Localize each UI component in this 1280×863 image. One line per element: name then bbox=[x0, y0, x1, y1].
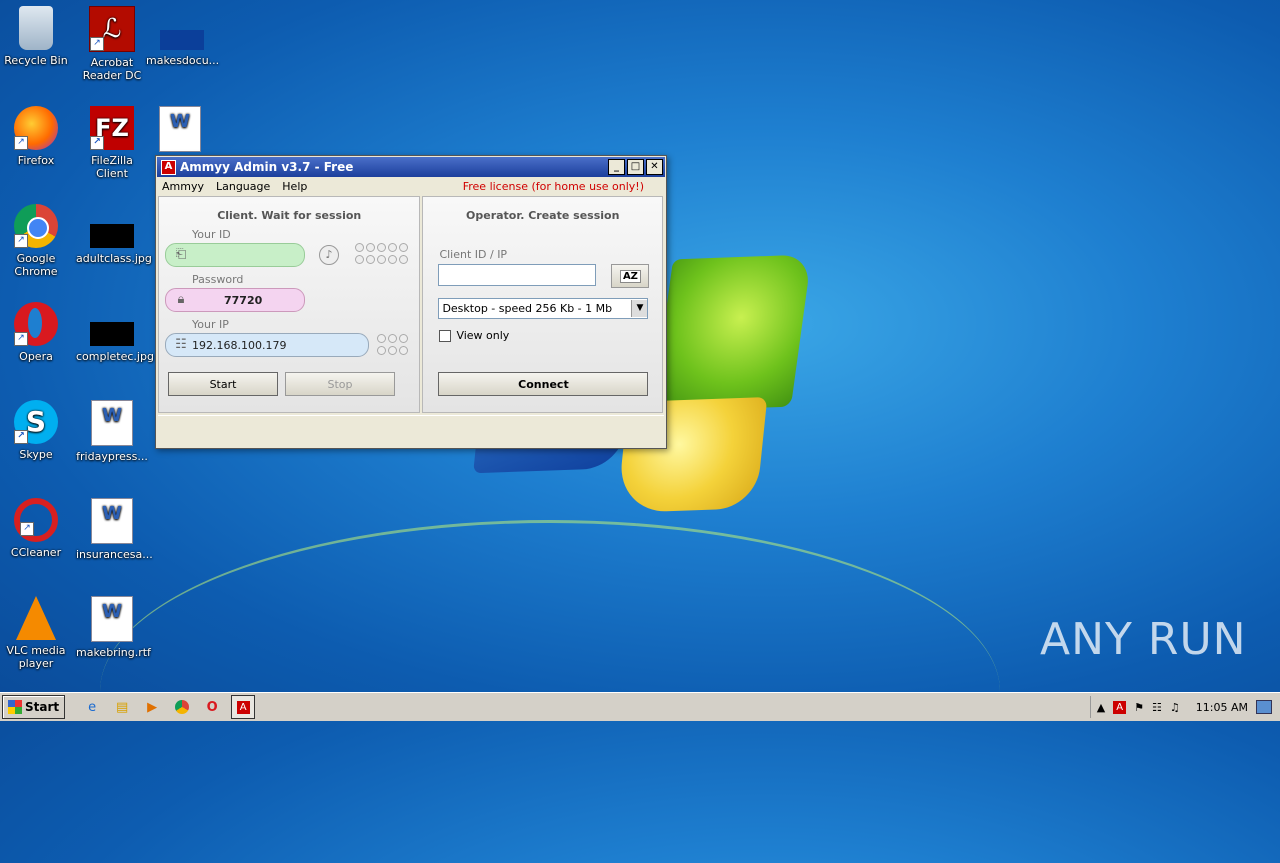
word-doc-icon: W bbox=[91, 498, 133, 544]
ip-status-dots bbox=[377, 334, 408, 355]
opera-taskbar-icon[interactable]: O bbox=[201, 696, 223, 718]
ammyy-app-icon: A bbox=[161, 159, 176, 175]
client-id-label: Client ID / IP bbox=[439, 248, 508, 261]
your-id-label: Your ID bbox=[192, 228, 231, 241]
system-tray: ▲ A ⚑ ☷ ♫ 11:05 AM bbox=[1089, 696, 1280, 718]
minimize-button[interactable]: _ bbox=[608, 159, 625, 175]
desktop-icon-fridaypress[interactable]: W fridaypress... bbox=[76, 400, 148, 463]
your-ip-field[interactable]: ☷ 192.168.100.179 bbox=[165, 333, 369, 357]
opera-icon: ↗ bbox=[14, 302, 58, 346]
start-button[interactable]: Start bbox=[2, 695, 66, 719]
speaker-icon[interactable]: ♪ bbox=[319, 245, 339, 265]
menu-help[interactable]: Help bbox=[282, 180, 307, 193]
license-notice: Free license (for home use only!) bbox=[462, 179, 644, 193]
close-button[interactable]: ✕ bbox=[646, 159, 663, 175]
lock-icon: 🔒︎ bbox=[177, 292, 185, 307]
chrome-icon: ↗ bbox=[14, 204, 58, 248]
desktop-icon-insurancesa[interactable]: W insurancesa... bbox=[76, 498, 153, 561]
image-file-icon bbox=[90, 224, 134, 248]
ammyy-admin-window: A Ammyy Admin v3.7 - Free _ □ ✕ Ammyy La… bbox=[155, 155, 667, 449]
vlc-icon bbox=[16, 596, 56, 640]
start-button[interactable]: Start bbox=[168, 372, 278, 396]
operator-panel: Operator. Create session Client ID / IP … bbox=[422, 196, 663, 413]
tray-expand-icon[interactable]: ▲ bbox=[1097, 701, 1105, 714]
acrobat-icon: ℒ ↗ bbox=[89, 6, 135, 52]
action-center-flag-icon[interactable]: ⚑ bbox=[1134, 701, 1144, 714]
desktop-icon-word-doc-top[interactable]: W bbox=[150, 106, 210, 156]
media-player-icon[interactable]: ▶ bbox=[141, 696, 163, 718]
image-file-icon bbox=[160, 30, 204, 50]
word-doc-icon: W bbox=[159, 106, 201, 152]
desktop-icon-makebring[interactable]: W makebring.rtf bbox=[76, 596, 151, 659]
desktop-icon-ccleaner[interactable]: ↗ CCleaner bbox=[0, 498, 72, 559]
window-titlebar[interactable]: A Ammyy Admin v3.7 - Free _ □ ✕ bbox=[157, 157, 665, 177]
id-status-dots bbox=[355, 243, 408, 264]
desktop-icon-opera[interactable]: ↗ Opera bbox=[0, 302, 72, 363]
ie-icon[interactable]: e bbox=[81, 696, 103, 718]
recycle-bin-icon bbox=[19, 6, 53, 50]
firefox-icon: ↗ bbox=[14, 106, 58, 150]
client-heading: Client. Wait for session bbox=[217, 209, 362, 222]
desktop-icon-makesdocu[interactable]: makesdocu... bbox=[146, 6, 219, 67]
password-label: Password bbox=[192, 273, 244, 286]
show-desktop-icon[interactable] bbox=[1256, 700, 1272, 714]
network-icon: ☷ bbox=[175, 337, 187, 352]
desktop-icon-firefox[interactable]: ↗ Firefox bbox=[0, 106, 72, 167]
your-id-field[interactable]: ⎗ bbox=[165, 243, 305, 267]
desktop-icon-filezilla[interactable]: FZ ↗ FileZilla Client bbox=[76, 106, 148, 180]
menu-bar: Ammyy Language Help Free license (for ho… bbox=[156, 178, 666, 194]
chrome-taskbar-icon[interactable] bbox=[171, 696, 193, 718]
view-only-option[interactable]: View only bbox=[439, 329, 509, 342]
desktop-icon-completec[interactable]: completec.jpg bbox=[76, 302, 154, 363]
desktop-icon-acrobat[interactable]: ℒ ↗ Acrobat Reader DC bbox=[76, 6, 148, 82]
chevron-down-icon[interactable]: ▼ bbox=[631, 300, 648, 317]
operator-heading: Operator. Create session bbox=[466, 209, 620, 222]
menu-ammyy[interactable]: Ammyy bbox=[162, 180, 204, 193]
computers-icon: ⎗ bbox=[175, 247, 187, 262]
windows-flag-icon bbox=[8, 700, 22, 714]
desktop-icon-skype[interactable]: S ↗ Skype bbox=[0, 400, 72, 461]
window-title: Ammyy Admin v3.7 - Free bbox=[180, 160, 354, 174]
ccleaner-icon: ↗ bbox=[14, 498, 58, 542]
word-doc-icon: W bbox=[91, 596, 133, 642]
stop-button[interactable]: Stop bbox=[285, 372, 395, 396]
maximize-button[interactable]: □ bbox=[627, 159, 644, 175]
network-tray-icon[interactable]: ☷ bbox=[1152, 701, 1162, 714]
skype-icon: S ↗ bbox=[14, 400, 58, 444]
client-id-input[interactable] bbox=[438, 264, 597, 286]
address-book-button[interactable]: AZ bbox=[611, 264, 650, 288]
connect-button[interactable]: Connect bbox=[438, 372, 649, 396]
volume-icon[interactable]: ♫ bbox=[1170, 701, 1180, 714]
status-bar bbox=[158, 415, 664, 446]
client-panel: Client. Wait for session Your ID ⎗ ♪ Pas… bbox=[158, 196, 421, 413]
desktop-icon-recycle-bin[interactable]: Recycle Bin bbox=[0, 6, 72, 67]
taskbar: Start e ▤ ▶ O A ▲ A ⚑ ☷ ♫ 11:05 AM bbox=[0, 692, 1280, 721]
password-field[interactable]: 🔒︎ 77720 bbox=[165, 288, 305, 312]
az-icon: AZ bbox=[619, 269, 641, 283]
windows-logo-green bbox=[652, 254, 812, 412]
speed-select[interactable]: Desktop - speed 256 Kb - 1 Mb ▼ bbox=[438, 298, 649, 319]
desktop-icon-vlc[interactable]: VLC media player bbox=[0, 596, 72, 670]
ammyy-taskbar-button[interactable]: A bbox=[231, 695, 256, 719]
ammyy-tray-icon[interactable]: A bbox=[1113, 700, 1127, 714]
image-file-icon bbox=[90, 322, 134, 346]
clock[interactable]: 11:05 AM bbox=[1196, 701, 1248, 714]
desktop-icon-chrome[interactable]: ↗ Google Chrome bbox=[0, 204, 72, 278]
your-ip-label: Your IP bbox=[192, 318, 229, 331]
filezilla-icon: FZ ↗ bbox=[90, 106, 134, 150]
word-doc-icon: W bbox=[91, 400, 133, 446]
menu-language[interactable]: Language bbox=[216, 180, 270, 193]
anyrun-watermark: ANY RUN bbox=[1040, 614, 1247, 665]
desktop-icon-adultclass[interactable]: adultclass.jpg bbox=[76, 204, 152, 265]
view-only-checkbox[interactable] bbox=[439, 329, 452, 342]
explorer-folder-icon[interactable]: ▤ bbox=[111, 696, 133, 718]
